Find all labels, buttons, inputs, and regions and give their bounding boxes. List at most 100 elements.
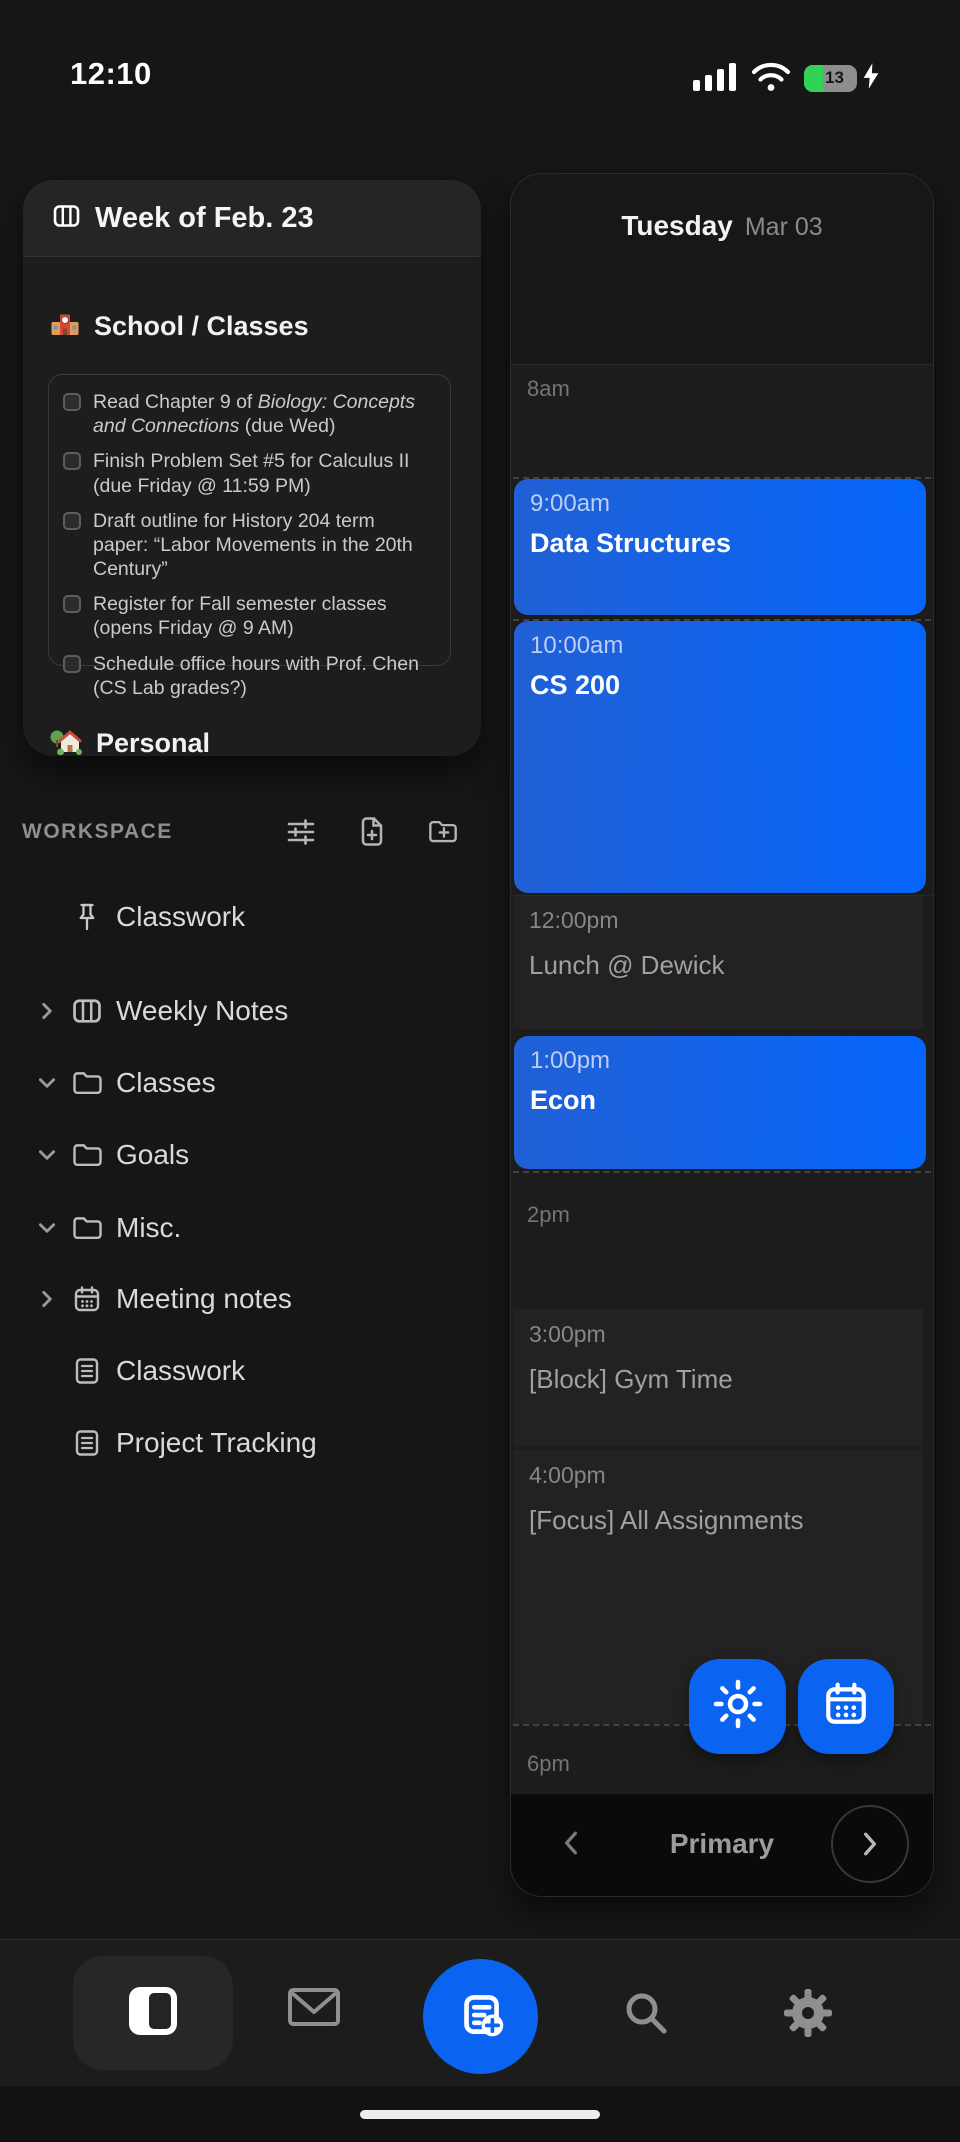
document-icon — [70, 1429, 104, 1457]
hour-label-8am: 8am — [527, 376, 570, 401]
event-title: Data Structures — [530, 528, 732, 558]
weekly-card-title: Week of Feb. 23 — [95, 201, 314, 234]
sidebar-item-label: Meeting notes — [116, 1283, 292, 1314]
pin-icon — [70, 902, 104, 932]
bottom-nav-bar — [0, 1940, 960, 2086]
event-econ[interactable]: 1:00pm Econ — [514, 1036, 926, 1169]
task-row: Draft outline for History 204 term paper… — [63, 509, 436, 582]
school-emoji — [50, 308, 80, 345]
nav-tab-mail[interactable] — [287, 1986, 341, 2033]
section-heading-school: School / Classes — [50, 308, 309, 345]
new-note-button[interactable] — [423, 1959, 538, 2074]
sidebar-item-project-tracking[interactable]: Project Tracking — [20, 1407, 465, 1479]
section-heading-personal: Personal — [50, 725, 210, 756]
mail-icon — [287, 1986, 341, 2033]
day-calendar-card[interactable]: Tuesday Mar 03 8am 2pm 6pm 12:00pm Lunch… — [510, 173, 934, 1897]
event-time: 3:00pm — [529, 1321, 606, 1347]
sidebar-item-label: Misc. — [116, 1212, 182, 1243]
sidebar-item-meeting-notes[interactable]: Meeting notes — [20, 1263, 465, 1335]
folder-icon — [70, 1142, 104, 1168]
new-note-icon — [452, 1985, 510, 2048]
weekly-card-header[interactable]: Week of Feb. 23 — [23, 180, 481, 257]
search-icon — [621, 1988, 671, 2043]
task-label: Register for Fall semester classes (open… — [93, 593, 387, 640]
status-icons: 13 — [692, 60, 912, 96]
battery-percent: 13 — [825, 68, 844, 87]
nav-tab-settings[interactable] — [783, 1988, 833, 2043]
task-row: Finish Problem Set #5 for Calculus II (d… — [63, 449, 436, 497]
event-title: Lunch @ Dewick — [529, 950, 725, 980]
event-time: 4:00pm — [529, 1462, 606, 1488]
hour-dashed-line — [513, 1171, 931, 1173]
task-checkbox[interactable] — [63, 654, 81, 673]
task-label: Read Chapter 9 of Biology: Concepts and … — [93, 391, 415, 438]
phone-screen: 12:10 13 Week of Feb. 23 School / Classe… — [0, 0, 960, 2142]
charging-bolt-icon — [861, 62, 881, 95]
event-gym-time[interactable]: 3:00pm [Block] Gym Time — [513, 1309, 923, 1447]
table-icon — [70, 998, 104, 1024]
task-checkbox[interactable] — [63, 393, 81, 411]
event-lunch[interactable]: 12:00pm Lunch @ Dewick — [513, 895, 923, 1029]
sidebar-item-label: Goals — [116, 1139, 190, 1170]
home-indicator[interactable] — [360, 2110, 600, 2119]
task-checkbox[interactable] — [63, 595, 81, 614]
sidebar-item-label: Classwork — [116, 901, 246, 932]
task-checkbox[interactable] — [63, 452, 81, 471]
wifi-icon — [750, 60, 792, 97]
sidebar-item-misc[interactable]: Misc. — [20, 1192, 465, 1264]
day-name: Tuesday — [621, 210, 733, 241]
task-label: Finish Problem Set #5 for Calculus II (d… — [93, 450, 410, 497]
new-file-icon[interactable] — [357, 816, 387, 846]
event-time: 10:00am — [530, 632, 624, 659]
event-cs-200[interactable]: 10:00am CS 200 — [514, 621, 926, 893]
sidebar-item-classwork-pinned[interactable]: Classwork — [20, 881, 465, 953]
day-header: Tuesday Mar 03 — [511, 210, 933, 242]
chevron-right-icon[interactable] — [32, 1288, 62, 1310]
sidebar-item-label: Classwork — [116, 1355, 246, 1386]
chevron-down-icon[interactable] — [32, 1148, 62, 1162]
section-label-personal: Personal — [96, 728, 211, 756]
chevron-right-icon[interactable] — [32, 1000, 62, 1022]
calendar-icon — [822, 1680, 870, 1733]
signal-icon — [692, 60, 738, 97]
gear-icon — [783, 1988, 833, 2043]
task-checkbox[interactable] — [63, 511, 81, 530]
chevron-down-icon[interactable] — [32, 1076, 62, 1090]
event-time: 12:00pm — [529, 907, 619, 933]
event-title: [Focus] All Assignments — [529, 1505, 804, 1535]
new-folder-icon[interactable] — [428, 816, 458, 846]
sidebar-item-label: Project Tracking — [116, 1427, 317, 1458]
nav-tab-notes-active[interactable] — [73, 1956, 233, 2070]
day-date: Mar 03 — [744, 213, 823, 241]
task-row: Register for Fall semester classes (open… — [63, 592, 436, 640]
event-title: [Block] Gym Time — [529, 1364, 733, 1394]
event-time: 9:00am — [530, 490, 611, 517]
event-time: 1:00pm — [530, 1047, 611, 1074]
nav-tab-search[interactable] — [621, 1988, 671, 2043]
section-label-school: School / Classes — [94, 311, 309, 341]
task-label: Schedule office hours with Prof. Chen (C… — [93, 652, 419, 699]
event-title: CS 200 — [530, 670, 621, 700]
house-garden-emoji — [50, 725, 82, 756]
calendar-icon — [70, 1285, 104, 1313]
brightness-fab-button[interactable] — [689, 1659, 786, 1754]
event-data-structures[interactable]: 9:00am Data Structures — [514, 479, 926, 615]
chevron-down-icon[interactable] — [32, 1221, 62, 1235]
task-row: Schedule office hours with Prof. Chen (C… — [63, 652, 436, 700]
status-time: 12:10 — [70, 56, 152, 91]
sidebar-item-goals[interactable]: Goals — [20, 1119, 465, 1191]
document-icon — [70, 1357, 104, 1385]
sidebar-item-label: Weekly Notes — [116, 995, 289, 1026]
hour-label-2pm: 2pm — [527, 1202, 570, 1227]
sliders-icon[interactable] — [286, 816, 316, 846]
sidebar-item-weekly-notes[interactable]: Weekly Notes — [20, 975, 465, 1047]
sidebar-item-classwork-doc[interactable]: Classwork — [20, 1335, 465, 1407]
sidebar-item-classes[interactable]: Classes — [20, 1047, 465, 1119]
folder-icon — [70, 1215, 104, 1241]
sidebar-item-label: Classes — [116, 1067, 216, 1098]
calendar-fab-button[interactable] — [798, 1659, 894, 1754]
weekly-note-card[interactable]: Week of Feb. 23 School / Classes Read Ch… — [23, 180, 481, 756]
workspace-label: WORKSPACE — [22, 820, 173, 843]
next-calendar-button[interactable] — [831, 1805, 909, 1883]
sidebar-panel-icon — [128, 1986, 178, 2041]
